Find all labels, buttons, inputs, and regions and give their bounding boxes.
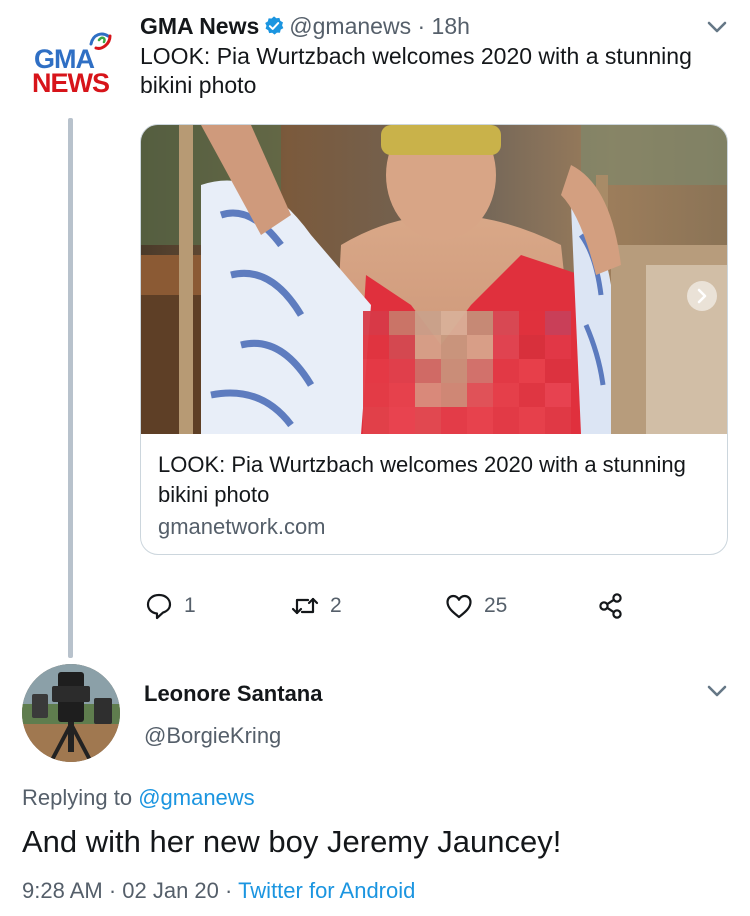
carousel-next-button[interactable] xyxy=(687,281,717,311)
share-button[interactable] xyxy=(596,588,626,624)
chevron-right-icon xyxy=(697,288,707,304)
author-handle[interactable]: @BorgieKring xyxy=(144,722,281,750)
tweet-source-link[interactable]: Twitter for Android xyxy=(238,878,415,903)
tweet-timestamp: 9:28 AM · 02 Jan 20 · xyxy=(22,878,239,903)
replying-to-line: Replying to @gmanews xyxy=(22,784,255,812)
author-name[interactable]: Leonore Santana xyxy=(144,680,322,708)
retweet-button[interactable]: 2 xyxy=(290,588,342,624)
tweet-header: GMA News @gmanews · 18h xyxy=(140,12,470,40)
retweet-icon xyxy=(291,597,319,615)
header-separator: · xyxy=(417,13,426,39)
tweet-metadata: 9:28 AM · 02 Jan 20 · Twitter for Androi… xyxy=(22,876,415,906)
thread-connector-line xyxy=(68,118,73,658)
chevron-down-icon[interactable] xyxy=(706,20,728,34)
share-icon xyxy=(599,593,622,619)
replying-to-handle-link[interactable]: @gmanews xyxy=(138,785,255,810)
card-title: LOOK: Pia Wurtzbach welcomes 2020 with a… xyxy=(158,452,686,507)
card-domain: gmanetwork.com xyxy=(158,514,326,539)
chevron-down-icon[interactable] xyxy=(706,684,728,698)
leonore-santana-avatar[interactable] xyxy=(22,664,120,762)
reply-count: 1 xyxy=(184,594,196,617)
replying-to-label: Replying to xyxy=(22,785,139,810)
gma-news-avatar[interactable]: GMA NEWS xyxy=(22,24,120,104)
author-handle[interactable]: @gmanews xyxy=(289,13,411,39)
link-preview-card[interactable]: LOOK: Pia Wurtzbach welcomes 2020 with a… xyxy=(140,124,728,555)
tweet-time[interactable]: 18h xyxy=(432,13,470,39)
author-name[interactable]: GMA News xyxy=(140,13,259,39)
comment-icon xyxy=(146,593,172,620)
tweet-gma-news[interactable]: GMA NEWS GMA News @gmanews · 18h LOOK: P… xyxy=(0,0,750,658)
card-photo xyxy=(141,125,727,434)
like-button[interactable]: 25 xyxy=(444,588,507,624)
verified-badge-icon xyxy=(265,16,284,35)
retweet-count: 2 xyxy=(330,594,342,617)
reply-button[interactable]: 1 xyxy=(144,588,196,624)
heart-icon xyxy=(446,594,472,619)
tweet-action-bar: 1 2 25 xyxy=(0,588,750,624)
tweet-text: And with her new boy Jeremy Jauncey! xyxy=(22,824,562,859)
like-count: 25 xyxy=(484,594,508,617)
tweet-text: LOOK: Pia Wurtzbach welcomes 2020 with a… xyxy=(140,43,692,98)
card-image[interactable] xyxy=(141,125,727,434)
news-logo-text: NEWS xyxy=(32,68,110,98)
avatar-camera-photo xyxy=(22,664,120,762)
card-text-area[interactable]: LOOK: Pia Wurtzbach welcomes 2020 with a… xyxy=(158,450,718,542)
